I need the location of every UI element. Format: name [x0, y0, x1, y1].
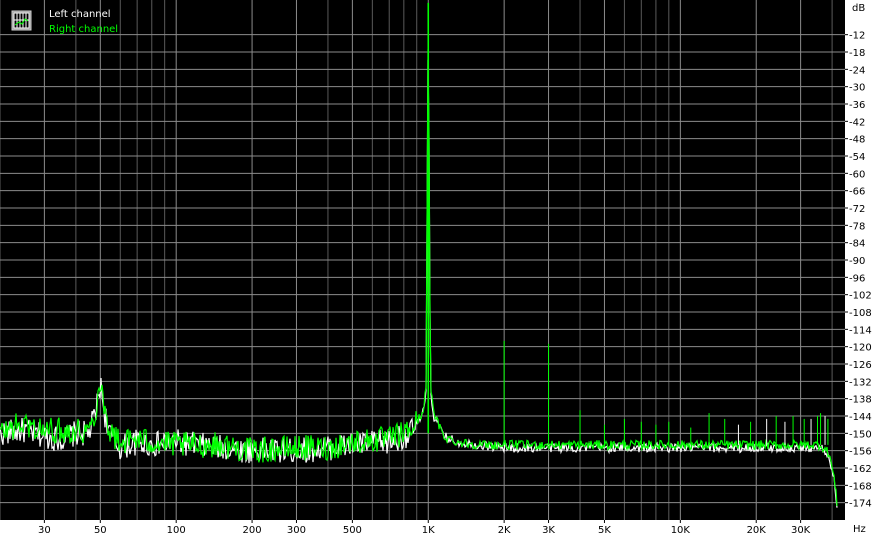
y-tick-label: -30: [849, 83, 865, 94]
legend-left-channel: Left channel: [49, 9, 111, 20]
x-tick-label: 200: [243, 525, 262, 536]
y-tick-label: -24: [849, 65, 865, 76]
x-tick-label: 50: [94, 525, 107, 536]
y-tick-label: -78: [849, 221, 865, 232]
y-tick-label: -120: [849, 343, 872, 354]
y-tick-label: -102: [849, 291, 872, 302]
y-tick-label: -12: [849, 31, 865, 42]
y-tick-label: -162: [849, 464, 872, 475]
y-tick-label: -150: [849, 429, 872, 440]
y-tick-label: -60: [849, 169, 865, 180]
y-tick-label: -156: [849, 447, 872, 458]
y-tick-label: -36: [849, 100, 865, 111]
y-tick-label: -84: [849, 239, 865, 250]
y-tick-label: -138: [849, 395, 872, 406]
x-tick-label: 500: [343, 525, 362, 536]
y-tick-label: -108: [849, 308, 872, 319]
y-tick-label: -66: [849, 187, 865, 198]
y-tick-label: -96: [849, 273, 865, 284]
y-tick-label: -174: [849, 499, 872, 510]
x-tick-label: 30: [38, 525, 51, 536]
y-tick-label: -18: [849, 48, 865, 59]
x-axis-unit-label: Hz: [853, 524, 866, 535]
spectrum-chart: -12 -18 -24 -30 -36 -42 -48 -54 -60 -66 -72 -78 -84 -…: [0, 0, 877, 538]
x-tick-label: 30K: [791, 525, 811, 536]
x-tick-label: 5K: [598, 525, 611, 536]
y-tick-label: -90: [849, 256, 865, 267]
y-tick-label: -126: [849, 360, 872, 371]
y-tick-label: -54: [849, 152, 865, 163]
x-tick-label: 100: [167, 525, 186, 536]
y-axis-unit-label: dB: [852, 3, 865, 14]
y-tick-label: -48: [849, 135, 865, 146]
y-tick-label: -42: [849, 117, 865, 128]
y-tick-label: -114: [849, 325, 872, 336]
y-tick-label: -132: [849, 377, 872, 388]
x-tick-label: 10K: [671, 525, 691, 536]
x-tick-label: 2K: [498, 525, 511, 536]
x-tick-label: 1K: [422, 525, 435, 536]
x-tick-label: 300: [287, 525, 306, 536]
y-tick-label: -72: [849, 204, 865, 215]
x-tick-label: 3K: [542, 525, 555, 536]
legend-right-channel: Right channel: [49, 24, 118, 35]
y-tick-label: -168: [849, 481, 872, 492]
x-tick-label: 20K: [747, 525, 767, 536]
y-tick-label: -144: [849, 412, 872, 423]
grid-toggle-icon[interactable]: [11, 10, 32, 31]
